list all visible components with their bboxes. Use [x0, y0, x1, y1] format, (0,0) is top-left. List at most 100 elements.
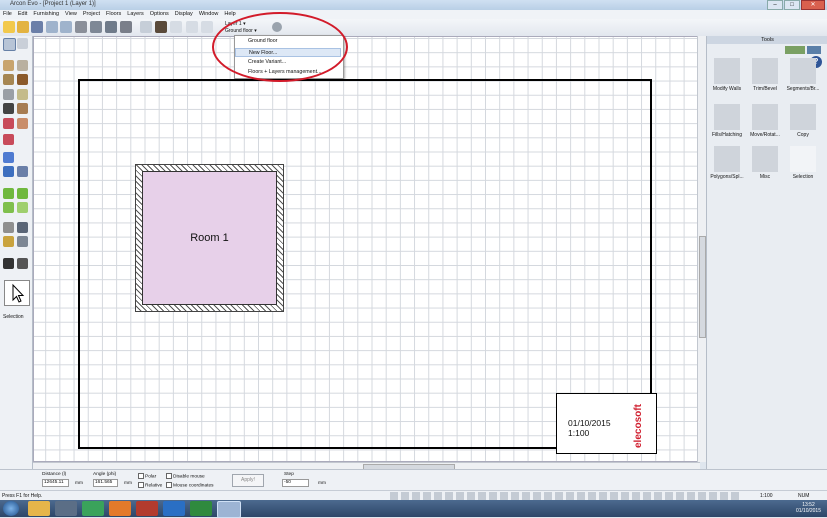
arcon-icon[interactable] [217, 501, 241, 518]
pan-icon[interactable] [17, 38, 28, 49]
tool-label: Move/Rotat... [750, 132, 780, 138]
save-icon[interactable] [31, 21, 43, 33]
redo-icon[interactable] [60, 21, 72, 33]
tool-modify-walls[interactable]: Modify Walls [709, 58, 745, 92]
status-help-text: Press F1 for Help. [2, 493, 43, 499]
tool-move-rotate[interactable]: Move/Rotat... [747, 104, 783, 138]
menu-layers[interactable]: Layers [124, 10, 147, 19]
plumbing-icon[interactable] [3, 166, 14, 177]
status-toggle-icons[interactable] [390, 492, 740, 500]
selection-tool-button[interactable] [4, 280, 30, 306]
vertical-scrollbar[interactable] [697, 36, 706, 462]
arrow-pointer-icon [790, 146, 816, 172]
symbol-icon[interactable] [17, 258, 28, 269]
relative-checkbox[interactable]: Relative [138, 482, 162, 488]
wall-type-icon[interactable] [17, 60, 28, 71]
tool-trim-bevel[interactable]: Trim/Bevel [747, 58, 783, 92]
undo-icon[interactable] [46, 21, 58, 33]
tool-label: Segments/Br... [786, 86, 820, 92]
fills-hatching-icon [714, 104, 740, 130]
column-icon[interactable] [3, 103, 14, 114]
chimney-icon[interactable] [17, 118, 28, 129]
window-icon[interactable] [17, 89, 28, 100]
distance-input[interactable]: 12645.11 [42, 479, 69, 487]
highlight-ellipse [212, 12, 348, 82]
angle-input[interactable]: 161.565 [93, 479, 118, 487]
tool-label: Trim/Bevel [753, 86, 777, 92]
step-input[interactable]: -50 [282, 479, 309, 487]
menu-help[interactable]: Help [221, 10, 238, 19]
group-icon[interactable] [3, 258, 14, 269]
measure-icon[interactable] [201, 21, 213, 33]
menu-view[interactable]: View [62, 10, 80, 19]
dimension-icon[interactable] [3, 222, 14, 233]
checkbox-icon [138, 482, 144, 488]
garden-icon[interactable] [17, 188, 28, 199]
pencil-icon[interactable] [3, 236, 14, 247]
menu-display[interactable]: Display [172, 10, 196, 19]
menu-window[interactable]: Window [196, 10, 222, 19]
system-clock[interactable]: 13:52 01/10/2015 [796, 502, 821, 514]
render-icon[interactable] [155, 21, 167, 33]
tool-polygons-splines[interactable]: Polygons/Spl... [709, 146, 745, 180]
tool-selection[interactable]: Selection [785, 146, 821, 180]
open-folder-icon[interactable] [17, 21, 29, 33]
panel-options-icon[interactable] [807, 46, 821, 54]
furniture-icon[interactable] [3, 152, 14, 163]
new-file-icon[interactable] [3, 21, 15, 33]
menu-edit[interactable]: Edit [15, 10, 30, 19]
ceiling-icon[interactable] [3, 134, 14, 145]
terrain-icon[interactable] [3, 188, 14, 199]
panel-mode-icon[interactable] [785, 46, 805, 54]
door-icon[interactable] [17, 74, 28, 85]
vertical-scroll-thumb[interactable] [699, 236, 706, 338]
close-button[interactable]: ✕ [801, 0, 825, 10]
checkbox-icon [166, 482, 172, 488]
menu-floors[interactable]: Floors [103, 10, 124, 19]
filezilla-icon[interactable] [136, 501, 158, 516]
text-icon[interactable] [17, 222, 28, 233]
pointer-icon[interactable] [3, 38, 16, 51]
beam-icon[interactable] [3, 74, 14, 85]
zoom-icon[interactable] [90, 21, 102, 33]
trim-bevel-icon [752, 58, 778, 84]
chrome-icon[interactable] [82, 501, 104, 516]
window-controls: – □ ✕ [767, 0, 825, 10]
menu-project[interactable]: Project [80, 10, 103, 19]
stairs-icon[interactable] [3, 89, 14, 100]
mouse-coordinates-checkbox[interactable]: Mouse coordinates [166, 482, 214, 488]
minimize-button[interactable]: – [767, 0, 783, 10]
settings-icon[interactable] [170, 21, 182, 33]
windows-taskbar: 13:52 01/10/2015 [0, 500, 827, 518]
tool-fills-hatching[interactable]: Fills/Hatching [709, 104, 745, 138]
polar-checkbox[interactable]: Polar [138, 473, 156, 479]
3d-view-icon[interactable] [140, 21, 152, 33]
maximize-button[interactable]: □ [784, 0, 800, 10]
print-icon[interactable] [75, 21, 87, 33]
tool-misc[interactable]: Misc [747, 146, 783, 180]
menu-options[interactable]: Options [147, 10, 172, 19]
excel-icon[interactable] [190, 501, 212, 516]
surface-icon[interactable] [3, 202, 14, 213]
snap-icon[interactable] [186, 21, 198, 33]
apply-button[interactable]: Apply! [232, 474, 264, 487]
status-scale: 1:100 [760, 493, 773, 499]
roof-icon[interactable] [17, 103, 28, 114]
lighting-icon[interactable] [17, 166, 28, 177]
view-icon[interactable] [105, 21, 117, 33]
zoom-extents-icon[interactable] [120, 21, 132, 33]
tool-segments[interactable]: Segments/Br... [785, 58, 821, 92]
tool-copy[interactable]: Copy [785, 104, 821, 138]
firefox-icon[interactable] [109, 501, 131, 516]
media-player-icon[interactable] [55, 501, 77, 516]
wall-icon[interactable] [3, 60, 14, 71]
menu-furnishing[interactable]: Furnishing [30, 10, 62, 19]
menu-file[interactable]: File [0, 10, 15, 19]
start-button[interactable] [3, 501, 19, 516]
line-icon[interactable] [17, 236, 28, 247]
dormer-icon[interactable] [3, 118, 14, 129]
disable-mouse-checkbox[interactable]: Disable mouse [166, 473, 205, 479]
explorer-icon[interactable] [28, 501, 50, 516]
outlook-icon[interactable] [163, 501, 185, 516]
plot-icon[interactable] [17, 202, 28, 213]
